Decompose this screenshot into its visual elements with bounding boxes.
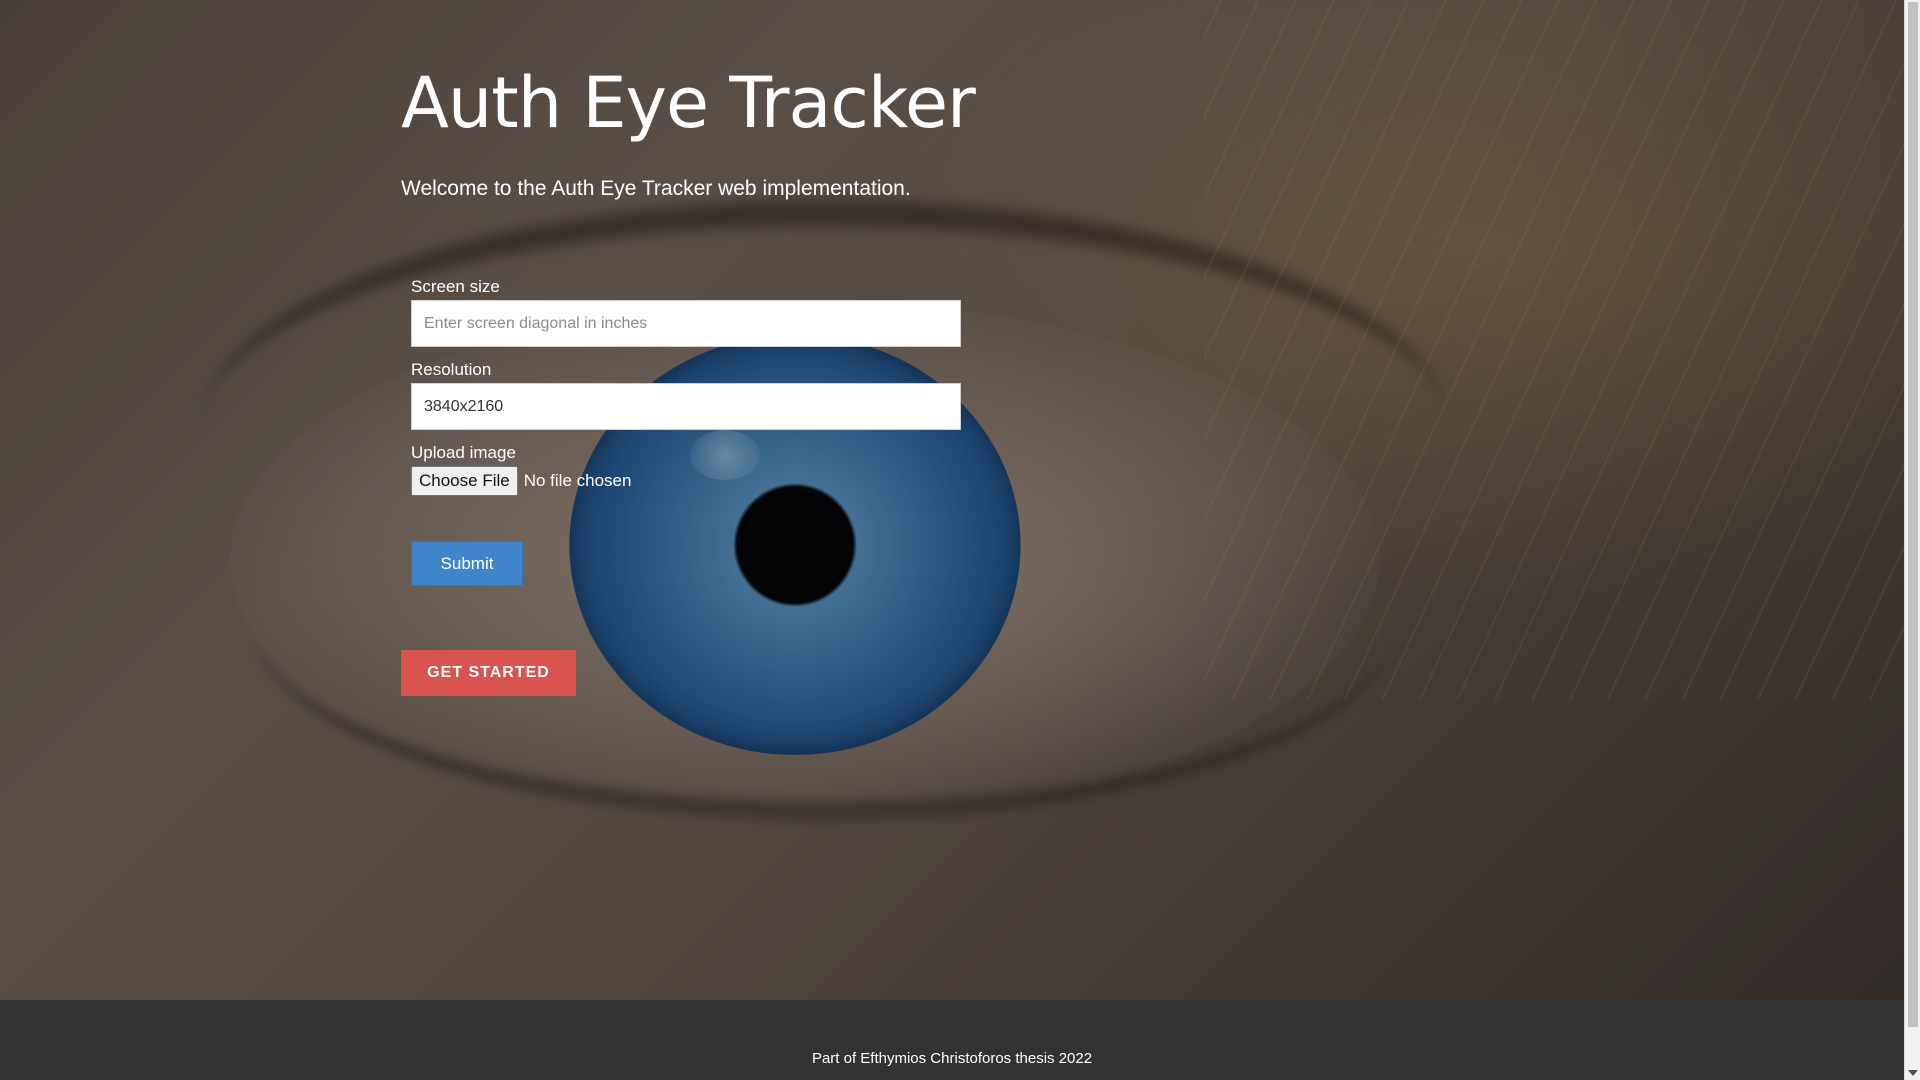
screen-size-input[interactable] <box>411 300 961 347</box>
screen-size-label: Screen size <box>411 277 500 296</box>
submit-button[interactable]: Submit <box>411 541 523 586</box>
vertical-scrollbar[interactable] <box>1904 0 1920 1080</box>
page-title: Auth Eye Tracker <box>401 62 976 144</box>
page: Auth Eye Tracker Welcome to the Auth Eye… <box>0 0 1904 1080</box>
upload-group: Upload image Choose File No file chosen <box>411 442 961 496</box>
resolution-group: Resolution <box>411 359 961 430</box>
resolution-input[interactable] <box>411 383 961 430</box>
resolution-label: Resolution <box>411 360 492 379</box>
file-picker: Choose File No file chosen <box>411 466 961 496</box>
choose-file-button[interactable]: Choose File <box>411 466 518 496</box>
upload-image-label: Upload image <box>411 443 516 462</box>
file-status-text: No file chosen <box>523 471 632 490</box>
get-started-button[interactable]: GET STARTED <box>401 650 576 696</box>
chevron-down-icon[interactable] <box>1908 1070 1918 1076</box>
page-footer: Part of Efthymios Christoforos thesis 20… <box>0 1000 1904 1080</box>
footer-text: Part of Efthymios Christoforos thesis 20… <box>811 1050 1093 1067</box>
scrollbar-thumb[interactable] <box>1908 2 1918 1027</box>
tracker-form: Screen size Resolution Upload image Choo… <box>411 276 961 508</box>
screen-size-group: Screen size <box>411 276 961 347</box>
page-subtitle: Welcome to the Auth Eye Tracker web impl… <box>401 177 911 200</box>
